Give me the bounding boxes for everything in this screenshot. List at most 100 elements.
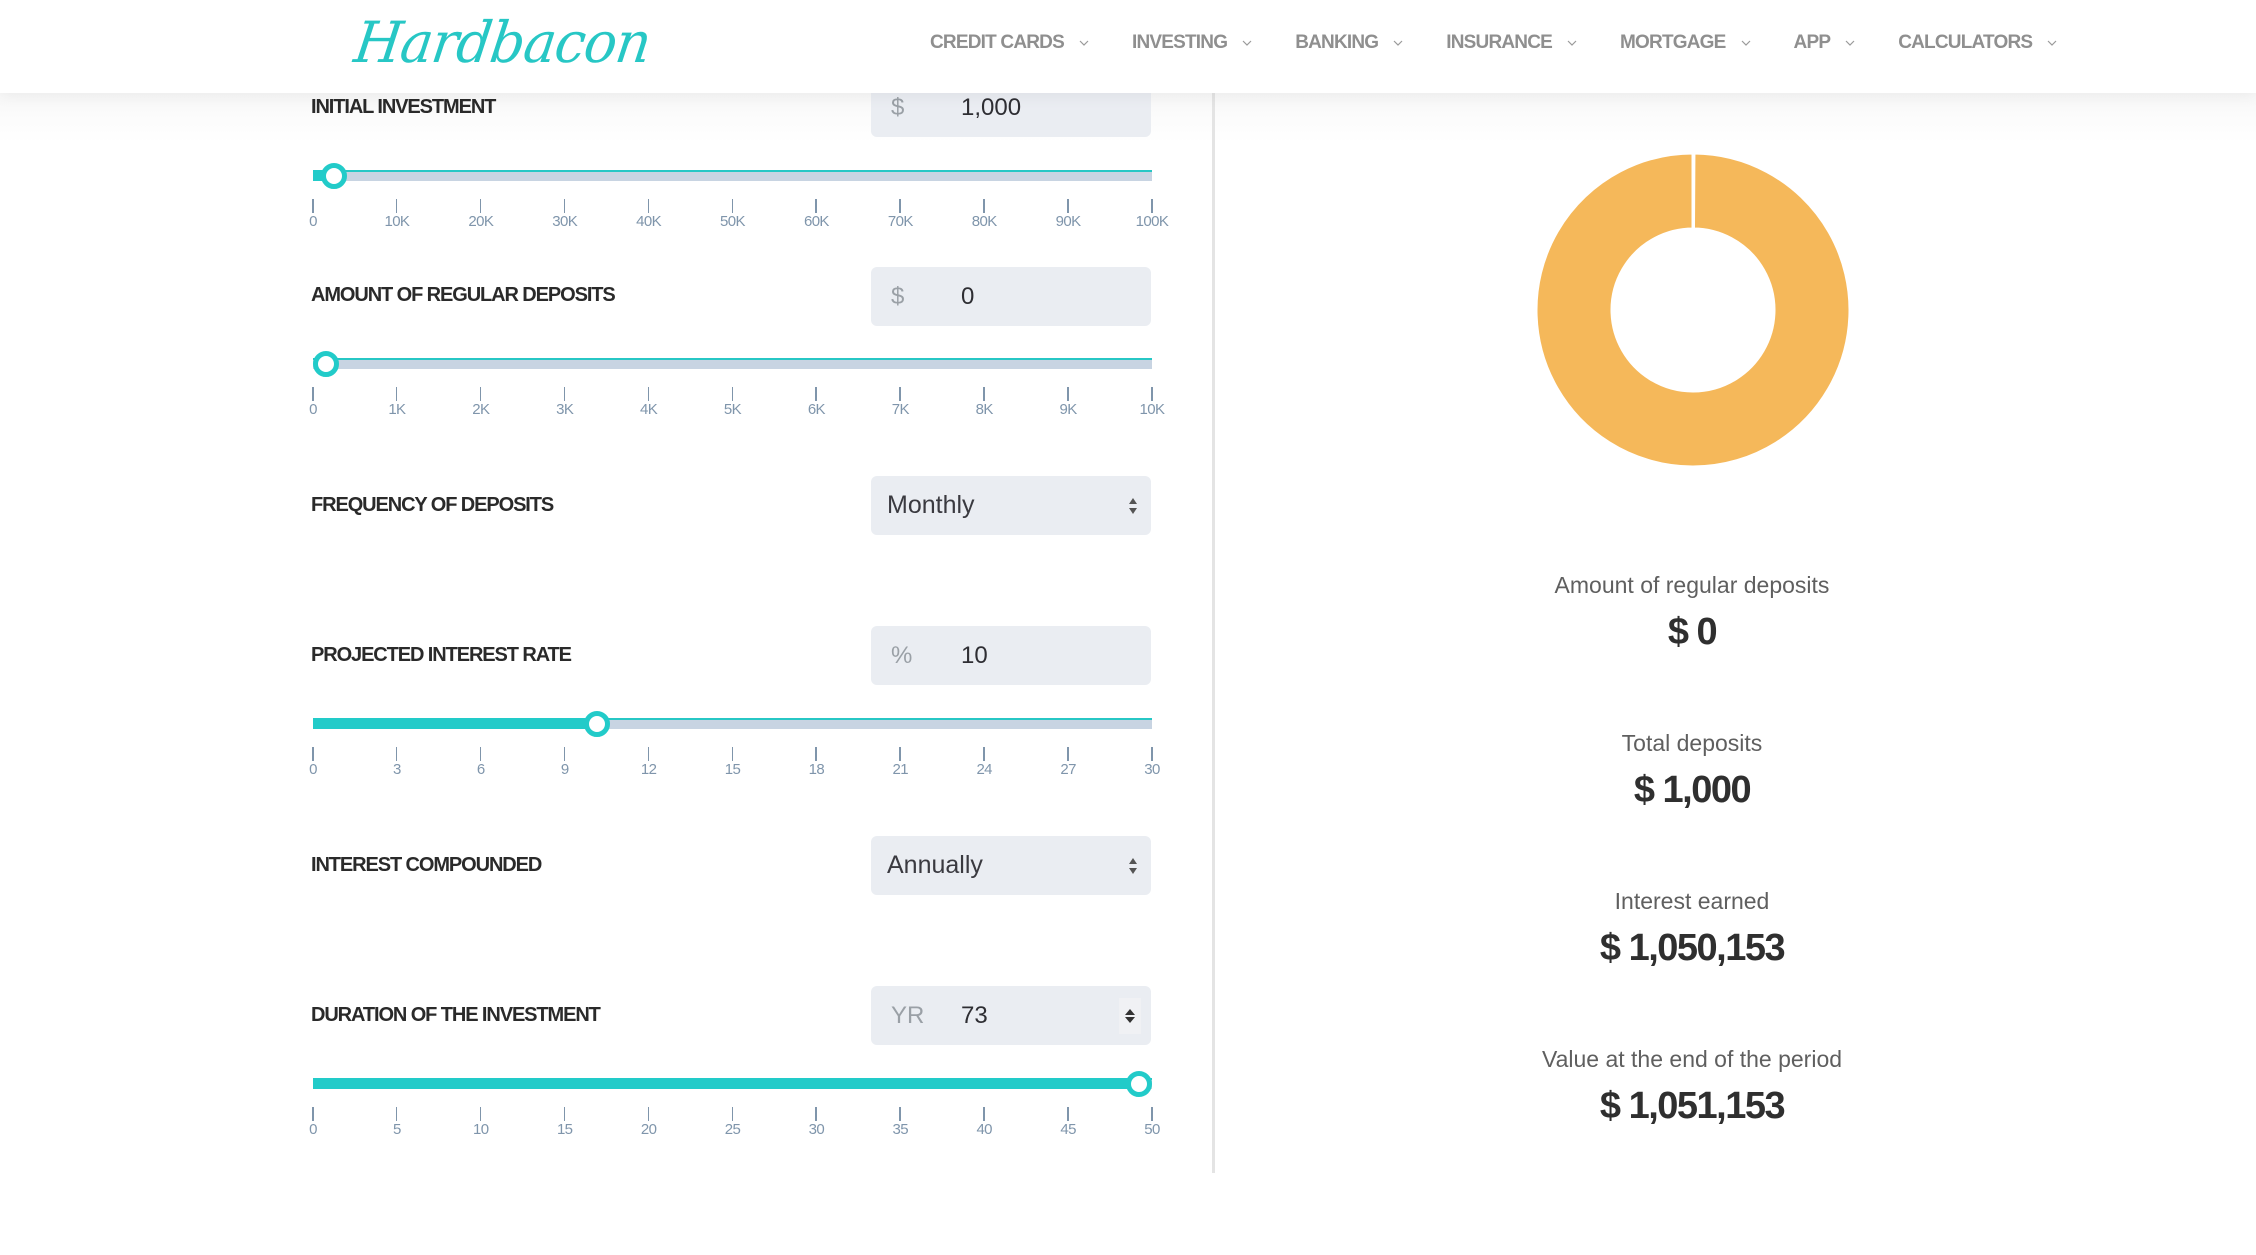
tick-mark <box>731 387 733 401</box>
duration-label: DURATION OF THE INVESTMENT <box>311 1004 601 1026</box>
stat-label: Interest earned <box>1614 888 1770 914</box>
tick-mark <box>983 199 985 213</box>
chevron-down-icon <box>1078 37 1090 49</box>
tick-mark <box>312 747 314 761</box>
tick-label: 100K <box>1135 213 1169 230</box>
nav-banking[interactable]: BANKING <box>1295 32 1404 54</box>
interest-compounded-select[interactable]: Annually <box>871 836 1151 895</box>
tick-label: 6 <box>476 761 485 778</box>
tick-label: 0 <box>309 401 317 418</box>
number-spinner-icon[interactable] <box>1119 997 1141 1034</box>
dollar-prefix: $ <box>891 93 905 121</box>
dollar-prefix: $ <box>891 282 905 310</box>
donut-slice-interest-earned <box>1536 153 1850 467</box>
tick-mark <box>731 1107 733 1121</box>
nav-label: INSURANCE <box>1446 32 1553 53</box>
nav-label: INVESTING <box>1131 32 1228 53</box>
tick-label: 15 <box>724 761 741 778</box>
chevron-down-icon <box>2046 37 2058 49</box>
tick-mark <box>563 1107 566 1121</box>
tick-label: 60K <box>803 213 829 230</box>
slider-thumb[interactable] <box>584 711 610 737</box>
tick-label: 2K <box>472 401 490 418</box>
initial-investment-ticks: 0 10K 20K 30K 40K 50K 60K 70K 80K 90K 100K <box>309 199 1169 239</box>
slider-thumb[interactable] <box>321 163 348 189</box>
tick-label: 80K <box>971 213 997 230</box>
deposit-frequency-value: Monthly <box>887 491 975 519</box>
nav-investing[interactable]: INVESTING <box>1132 32 1253 54</box>
tick-label: 25 <box>724 1121 741 1138</box>
nav-label: APP <box>1793 32 1831 53</box>
tick-label: 6K <box>807 401 826 418</box>
nav-app[interactable]: APP <box>1794 32 1857 54</box>
slider-thumb[interactable] <box>313 351 339 377</box>
tick-label: 15 <box>556 1121 573 1138</box>
hardbacon-logo[interactable]: Hardbacon <box>350 6 655 80</box>
slider-track[interactable] <box>313 170 1152 181</box>
stat-label: Total deposits <box>1621 730 1763 756</box>
tick-mark <box>647 1107 650 1121</box>
deposit-frequency-select[interactable]: Monthly <box>871 476 1151 535</box>
initial-investment-input[interactable] <box>961 93 1101 122</box>
tick-mark <box>395 387 398 401</box>
duration-input[interactable] <box>961 1001 1101 1030</box>
tick-label: 5 <box>393 1121 401 1138</box>
tick-mark <box>479 199 482 213</box>
tick-mark <box>899 1107 901 1121</box>
tick-mark <box>563 387 566 401</box>
tick-mark <box>395 1107 398 1121</box>
tick-mark <box>479 747 482 761</box>
tick-label: 3K <box>556 401 574 418</box>
stat-regular-deposits: Amount of regular deposits $ 0 <box>1492 572 1892 654</box>
tick-mark <box>395 199 398 213</box>
interest-rate-input[interactable] <box>961 641 1101 670</box>
regular-deposits-input[interactable] <box>961 282 1101 311</box>
duration-slider[interactable] <box>313 1068 1152 1098</box>
nav-label: BANKING <box>1295 32 1379 53</box>
tick-mark <box>312 387 314 401</box>
tick-mark <box>815 1107 817 1121</box>
regular-deposits-field[interactable]: $ <box>871 267 1151 326</box>
nav-calculators[interactable]: CALCULATORS <box>1898 32 2058 54</box>
duration-field[interactable]: YR <box>871 986 1151 1045</box>
nav-label: CALCULATORS <box>1898 32 2033 53</box>
chevron-down-icon <box>1392 37 1404 49</box>
nav-insurance[interactable]: INSURANCE <box>1446 32 1578 54</box>
tick-mark <box>899 747 901 761</box>
tick-label: 7K <box>891 401 910 418</box>
nav-mortgage[interactable]: MORTGAGE <box>1620 32 1752 54</box>
tick-label: 30 <box>1144 761 1160 778</box>
site-header: Hardbacon CREDIT CARDS INVESTING BANKING… <box>0 0 2256 93</box>
tick-mark <box>983 747 985 761</box>
nav-credit-cards[interactable]: CREDIT CARDS <box>930 32 1090 54</box>
regular-deposits-slider[interactable] <box>313 348 1152 378</box>
tick-label: 9K <box>1059 401 1078 418</box>
tick-label: 90K <box>1055 213 1081 230</box>
slider-thumb[interactable] <box>1126 1071 1152 1097</box>
interest-rate-slider[interactable] <box>313 708 1152 738</box>
initial-investment-slider[interactable] <box>313 160 1152 190</box>
stat-end-value: Value at the end of the period $ 1,051,1… <box>1492 1046 1892 1128</box>
tick-label: 3 <box>393 761 401 778</box>
tick-mark <box>395 747 398 761</box>
nav-label: MORTGAGE <box>1620 32 1726 53</box>
tick-mark <box>312 199 314 213</box>
slider-track[interactable] <box>313 358 1152 369</box>
deposit-frequency-label: FREQUENCY OF DEPOSITS <box>311 494 554 516</box>
tick-mark <box>1067 747 1069 761</box>
percent-prefix: % <box>891 641 913 669</box>
tick-label: 5K <box>723 401 742 418</box>
tick-label: 0 <box>309 213 317 230</box>
main-nav: CREDIT CARDS INVESTING BANKING INSURANCE… <box>930 27 2100 59</box>
select-arrows-icon <box>1125 494 1141 518</box>
interest-rate-label: PROJECTED INTEREST RATE <box>311 644 572 666</box>
tick-label: 30 <box>808 1121 825 1138</box>
duration-ticks: 0 5 10 15 20 25 30 35 40 45 50 <box>309 1107 1160 1147</box>
interest-rate-field[interactable]: % <box>871 626 1151 685</box>
tick-label: 35 <box>892 1121 909 1138</box>
tick-label: 40 <box>976 1121 992 1138</box>
tick-mark <box>647 747 650 761</box>
tick-mark <box>479 387 482 401</box>
tick-mark <box>563 199 566 213</box>
tick-mark <box>1151 199 1153 213</box>
